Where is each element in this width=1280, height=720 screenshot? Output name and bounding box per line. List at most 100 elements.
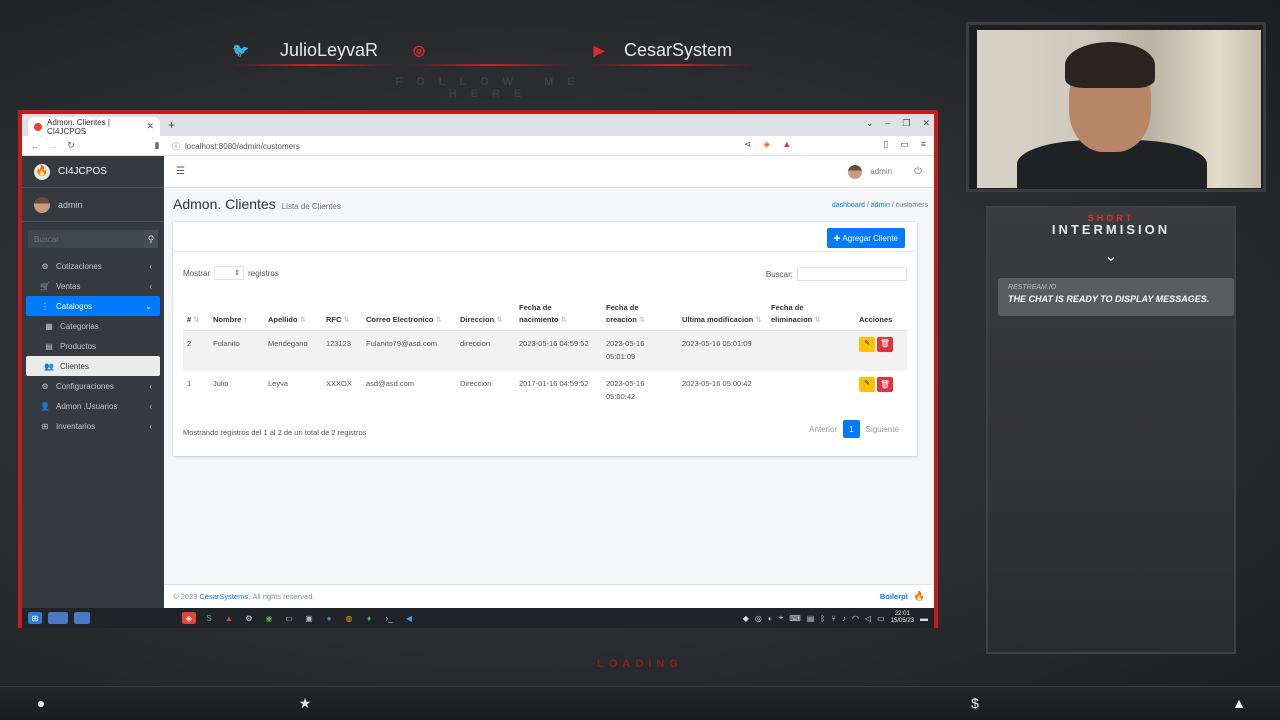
search-icon[interactable]: ⚲ xyxy=(144,230,158,248)
close-window-button[interactable]: ✕ xyxy=(922,118,930,129)
instagram-icon: ◎ xyxy=(412,41,426,58)
cell-creacion: 2023-05-16 05:00:42 xyxy=(606,379,645,402)
hamburger-icon[interactable]: ☰ xyxy=(176,166,185,177)
footer-right-link[interactable]: Boilerpl xyxy=(880,592,908,601)
cell-acciones: ✎ 🗑 xyxy=(855,330,907,371)
notifications-icon[interactable]: ▬ xyxy=(920,614,928,623)
col-id[interactable]: # ⇅ xyxy=(183,292,209,331)
wallet-icon[interactable]: ▭ xyxy=(900,139,909,150)
power-icon[interactable]: ⏻ xyxy=(914,166,922,177)
pager-page[interactable]: 1 xyxy=(843,420,860,438)
back-button[interactable]: ← xyxy=(28,141,42,151)
delete-button[interactable]: 🗑 xyxy=(877,377,893,392)
new-tab-button[interactable]: + xyxy=(168,118,175,132)
edit-button[interactable]: ✎ xyxy=(859,377,875,392)
rewards-icon[interactable]: ▲ xyxy=(782,139,791,150)
share-icon[interactable]: ⋖ xyxy=(744,139,752,150)
breadcrumb-dashboard[interactable]: dashboard xyxy=(832,202,865,209)
user-panel[interactable]: admin xyxy=(22,188,164,222)
taskview-icon[interactable] xyxy=(48,612,68,624)
tray-icon[interactable]: ◆ xyxy=(743,614,749,623)
table-search-input[interactable] xyxy=(797,267,907,281)
footer-link[interactable]: CesarSystems. xyxy=(199,592,250,601)
sidebar-item-usuarios[interactable]: 👤 Admon .Usuarios ‹ xyxy=(26,396,160,416)
sidebar-search: ⚲ xyxy=(28,230,158,248)
table-row: 1 Julio Leyva XXXOX asd@asd.com Direccio… xyxy=(183,371,907,412)
page-length-select[interactable]: ⇕ xyxy=(214,266,245,280)
sidebar-item-ventas[interactable]: 🛒 Ventas ‹ xyxy=(26,276,160,296)
terminal-icon[interactable]: ›_ xyxy=(382,612,396,624)
sidebar-item-categorias[interactable]: ▦ Categorias xyxy=(26,316,160,336)
chrome-icon[interactable]: ◉ xyxy=(262,612,276,624)
add-customer-button[interactable]: ✚ Agregar Cliente xyxy=(826,228,905,248)
settings-icon[interactable]: ⚙ xyxy=(242,612,256,624)
keyboard-icon[interactable]: ⌨ xyxy=(789,614,801,623)
delete-button[interactable]: 🗑 xyxy=(877,336,893,352)
youtube-handle: CesarSystem xyxy=(624,39,733,60)
col-nombre[interactable]: Nombre ↑ xyxy=(209,292,264,331)
volume-icon[interactable]: ◁ xyxy=(865,614,871,623)
breadcrumb-admin[interactable]: admin xyxy=(871,202,890,209)
reload-button[interactable]: ↻ xyxy=(64,140,78,151)
sidebar-item-inventarios[interactable]: ⊞ Inventarios ‹ xyxy=(26,416,160,436)
webcam-frame xyxy=(966,22,1266,192)
tray-icon[interactable]: ◎ xyxy=(755,614,762,623)
browser-tab[interactable]: Admon. Clientes | CI4JCPOS ✕ xyxy=(28,117,160,136)
sidebar-item-cotizaciones[interactable]: ⚙ Cotizaciones ‹ xyxy=(26,256,160,276)
brand-link[interactable]: 🔥 CI4JCPOS xyxy=(22,156,164,188)
col-creacion[interactable]: Fecha de creacion ⇅ xyxy=(602,292,678,331)
app-icon[interactable]: ▲ xyxy=(222,612,236,624)
app-icon[interactable]: ◍ xyxy=(342,612,356,624)
menu-icon[interactable]: ≡ xyxy=(921,139,926,150)
social-twitter: 🐦 JulioLeyvaR xyxy=(232,38,378,62)
brave-shield-icon[interactable]: ◈ xyxy=(763,139,770,150)
sidebar-item-configuraciones[interactable]: ⚙ Configuraciones ‹ xyxy=(26,376,160,396)
battery-icon[interactable]: ▭ xyxy=(877,614,885,623)
sidebar-toggle-icon[interactable]: ▯ xyxy=(883,139,888,150)
system-tray: ◆ ◎ ◐ ⌖ ⌨ ▤ ᛒ ⑂ ♪ ◠ ◁ ▭ 22:01 15/05/23 ▬ xyxy=(743,611,928,624)
col-eliminacion[interactable]: Fecha de eliminacion ⇅ xyxy=(767,292,855,331)
app-icon[interactable]: ♦ xyxy=(362,612,376,624)
clock[interactable]: 22:01 15/05/23 xyxy=(891,611,914,624)
app-icon[interactable]: ● xyxy=(322,612,336,624)
minimize-button[interactable]: – xyxy=(885,118,890,129)
pager-prev[interactable]: Anterior xyxy=(803,420,843,438)
col-acciones: Acciones xyxy=(855,292,907,331)
user-icon: ● xyxy=(36,695,46,711)
close-icon[interactable]: ✕ xyxy=(146,121,154,132)
chat-panel: SHORT INTERMISION ⌄ RESTREAM.IO THE CHAT… xyxy=(986,206,1236,654)
wifi-icon[interactable]: ◠ xyxy=(852,614,859,623)
app-icon[interactable]: ▣ xyxy=(302,612,316,624)
app-icon[interactable]: S xyxy=(202,612,216,624)
tray-icon[interactable]: ▤ xyxy=(807,614,815,623)
brave-icon[interactable]: ◈ xyxy=(182,612,196,624)
bookmark-icon[interactable]: ▮ xyxy=(150,140,164,151)
vscode-icon[interactable]: ◀ xyxy=(402,612,416,624)
start-icon[interactable]: ⊞ xyxy=(28,612,42,624)
col-apellido[interactable]: Apellido ⇅ xyxy=(264,292,322,331)
app-icon[interactable]: ▭ xyxy=(282,612,296,624)
window-thumb-icon[interactable] xyxy=(74,612,90,624)
edit-button[interactable]: ✎ xyxy=(859,336,875,352)
mic-icon[interactable]: ♪ xyxy=(842,614,846,623)
col-nacimiento[interactable]: Fecha de nacimiento ⇅ xyxy=(515,292,602,331)
col-direccion[interactable]: Direccion ⇅ xyxy=(456,292,515,331)
chevron-down-icon[interactable]: ⌄ xyxy=(866,118,874,129)
col-modificacion[interactable]: Ultima modificacion ⇅ xyxy=(678,292,767,331)
avatar[interactable] xyxy=(848,164,863,179)
tray-icon[interactable]: ◐ xyxy=(768,614,773,623)
usb-icon[interactable]: ⑂ xyxy=(831,614,836,623)
sidebar-search-input[interactable] xyxy=(28,230,144,248)
restore-button[interactable]: ❐ xyxy=(902,118,910,129)
pager-next[interactable]: Siguiente xyxy=(860,420,905,438)
sidebar-item-productos[interactable]: ▤ Productos xyxy=(26,336,160,356)
bluetooth-icon[interactable]: ᛒ xyxy=(820,614,825,623)
location-icon[interactable]: ⌖ xyxy=(779,613,784,623)
url-field[interactable]: ⓘ localhost:8080/admin/customers xyxy=(172,139,712,153)
col-correo[interactable]: Correo Electronico ⇅ xyxy=(362,292,456,331)
sidebar-item-catalogos[interactable]: ⋮ Catalogos ⌄ xyxy=(26,296,160,316)
col-rfc[interactable]: RFC ⇅ xyxy=(322,292,362,331)
sidebar-item-clientes[interactable]: 👥 Clientes xyxy=(26,356,160,376)
forward-button[interactable]: → xyxy=(46,141,60,151)
topnav-user[interactable]: admin xyxy=(870,167,892,176)
